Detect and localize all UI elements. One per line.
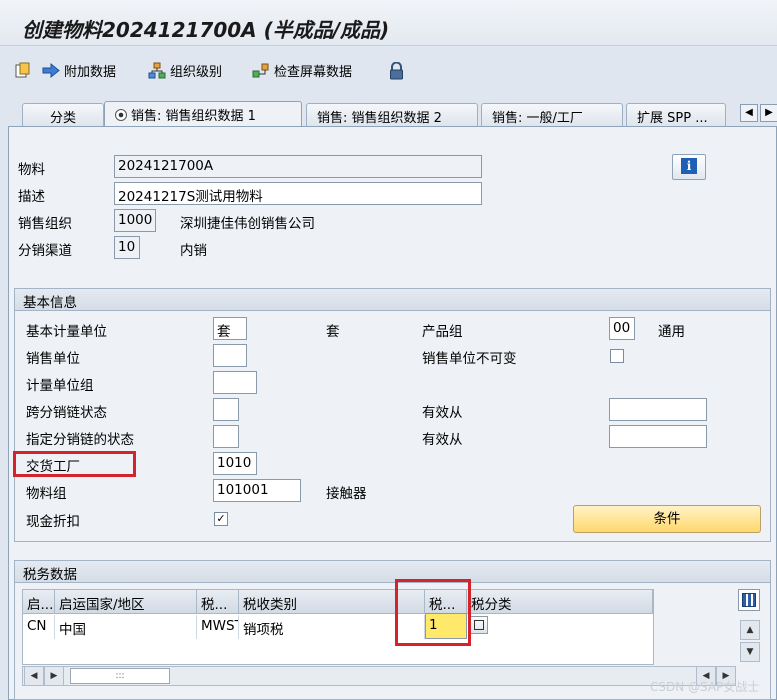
tab-sales-org-1[interactable]: 销售: 销售组织数据 1 xyxy=(104,101,302,128)
org-levels-button[interactable]: 组织级别 xyxy=(148,60,222,80)
highlight-delivering-plant xyxy=(13,451,136,477)
lock-icon xyxy=(388,61,405,79)
valid-from-1-field[interactable] xyxy=(609,398,707,421)
tab-scroll-left-button[interactable]: ◀ xyxy=(740,104,758,122)
sales-unit-fixed-checkbox[interactable] xyxy=(610,349,624,363)
arrow-right-icon xyxy=(42,62,60,79)
material-group-label: 物料组 xyxy=(26,486,67,502)
division-text: 通用 xyxy=(658,324,685,340)
col-departure-country[interactable]: 启... xyxy=(23,590,55,614)
description-label: 描述 xyxy=(18,189,45,205)
distribution-channel-label: 分销渠道 xyxy=(18,243,72,259)
sales-org-field[interactable]: 1000 xyxy=(114,209,156,232)
info-button[interactable]: i xyxy=(672,154,706,180)
sales-unit-field[interactable] xyxy=(213,344,247,367)
distribution-channel-text: 内销 xyxy=(180,243,207,259)
document-new-icon xyxy=(14,62,31,79)
dist-chain-status-label: 指定分销链的状态 xyxy=(26,432,134,448)
material-group-field[interactable]: 101001 xyxy=(213,479,301,502)
scroll-down-button[interactable]: ▼ xyxy=(740,642,760,662)
base-uom-text: 套 xyxy=(326,324,340,340)
tab-active-radio-icon xyxy=(115,109,127,121)
col-tax-category-code[interactable]: 税... xyxy=(197,590,239,614)
page-title: 创建物料2024121700A (半成品/成品) xyxy=(22,18,390,42)
cell-country-code: CN xyxy=(23,615,55,639)
check-data-icon xyxy=(252,62,269,79)
tax-data-group-title: 税务数据 xyxy=(15,561,770,583)
valid-from-2-label: 有效从 xyxy=(422,432,463,448)
conditions-button[interactable]: 条件 xyxy=(573,505,761,533)
material-field[interactable]: 2024121700A xyxy=(114,155,482,178)
table-settings-icon xyxy=(742,593,756,607)
material-group-text: 接触器 xyxy=(326,486,367,502)
col-tax-classification-desc[interactable]: 税分类 xyxy=(467,590,653,614)
sales-org-label: 销售组织 xyxy=(18,216,72,232)
scroll-left-button[interactable]: ◀ xyxy=(24,666,44,686)
division-field[interactable]: 00 xyxy=(609,317,635,340)
tab-sales-org-1-label: 销售: 销售组织数据 1 xyxy=(131,109,256,124)
description-field[interactable]: 20241217S测试用物料 xyxy=(114,182,482,205)
value-help-button[interactable] xyxy=(470,616,488,634)
other-material-button[interactable] xyxy=(14,60,31,80)
tab-scroll-right-button[interactable]: ▶ xyxy=(760,104,777,122)
valid-from-2-field[interactable] xyxy=(609,425,707,448)
uom-group-label: 计量单位组 xyxy=(26,378,94,394)
tab-sales-org-2[interactable]: 销售: 销售组织数据 2 xyxy=(306,103,478,127)
cross-chain-status-field[interactable] xyxy=(213,398,239,421)
cross-chain-status-label: 跨分销链状态 xyxy=(26,405,107,421)
cell-tax-type: MWST xyxy=(197,615,239,639)
col-departure-country-name[interactable]: 启运国家/地区 xyxy=(55,590,197,614)
info-icon: i xyxy=(681,158,697,174)
scroll-up-button[interactable]: ▲ xyxy=(740,620,760,640)
uom-group-field[interactable] xyxy=(213,371,257,394)
sales-org-text: 深圳捷佳伟创销售公司 xyxy=(180,216,315,232)
cash-discount-checkbox[interactable]: ✓ xyxy=(214,512,228,526)
check-screen-button[interactable]: 检查屏幕数据 xyxy=(252,60,352,80)
sales-unit-label: 销售单位 xyxy=(26,351,80,367)
table-settings-button[interactable] xyxy=(738,589,760,611)
delivering-plant-field[interactable]: 1010 xyxy=(213,452,257,475)
base-uom-label: 基本计量单位 xyxy=(26,324,107,340)
tab-sales-general-plant[interactable]: 销售: 一般/工厂 xyxy=(481,103,623,127)
sales-unit-fixed-label: 销售单位不可变 xyxy=(422,351,517,367)
org-levels-label: 组织级别 xyxy=(170,64,223,80)
dist-chain-status-field[interactable] xyxy=(213,425,239,448)
basic-data-group-title: 基本信息 xyxy=(15,289,770,311)
extra-data-button[interactable]: 附加数据 xyxy=(42,60,116,80)
cell-country-name: 中国 xyxy=(55,615,197,639)
valid-from-1-label: 有效从 xyxy=(422,405,463,421)
org-hierarchy-icon xyxy=(148,62,166,79)
lock-button[interactable] xyxy=(388,60,405,80)
material-label: 物料 xyxy=(18,162,45,178)
distribution-channel-field[interactable]: 10 xyxy=(114,236,140,259)
division-label: 产品组 xyxy=(422,324,463,340)
watermark: CSDN @SAP女战士 xyxy=(650,680,760,694)
check-screen-label: 检查屏幕数据 xyxy=(274,64,353,80)
scroll-right-step-button[interactable]: ▶ xyxy=(44,666,64,686)
extra-data-label: 附加数据 xyxy=(64,64,117,80)
tab-extended-spp[interactable]: 扩展 SPP ... xyxy=(626,103,726,127)
base-uom-field[interactable]: 套 xyxy=(213,317,247,340)
highlight-tax-classification xyxy=(395,579,471,646)
scrollbar-thumb[interactable]: ::: xyxy=(70,668,170,684)
value-help-icon xyxy=(474,620,484,630)
cash-discount-label: 现金折扣 xyxy=(26,514,80,530)
tab-classification[interactable]: 分类 xyxy=(22,103,104,127)
